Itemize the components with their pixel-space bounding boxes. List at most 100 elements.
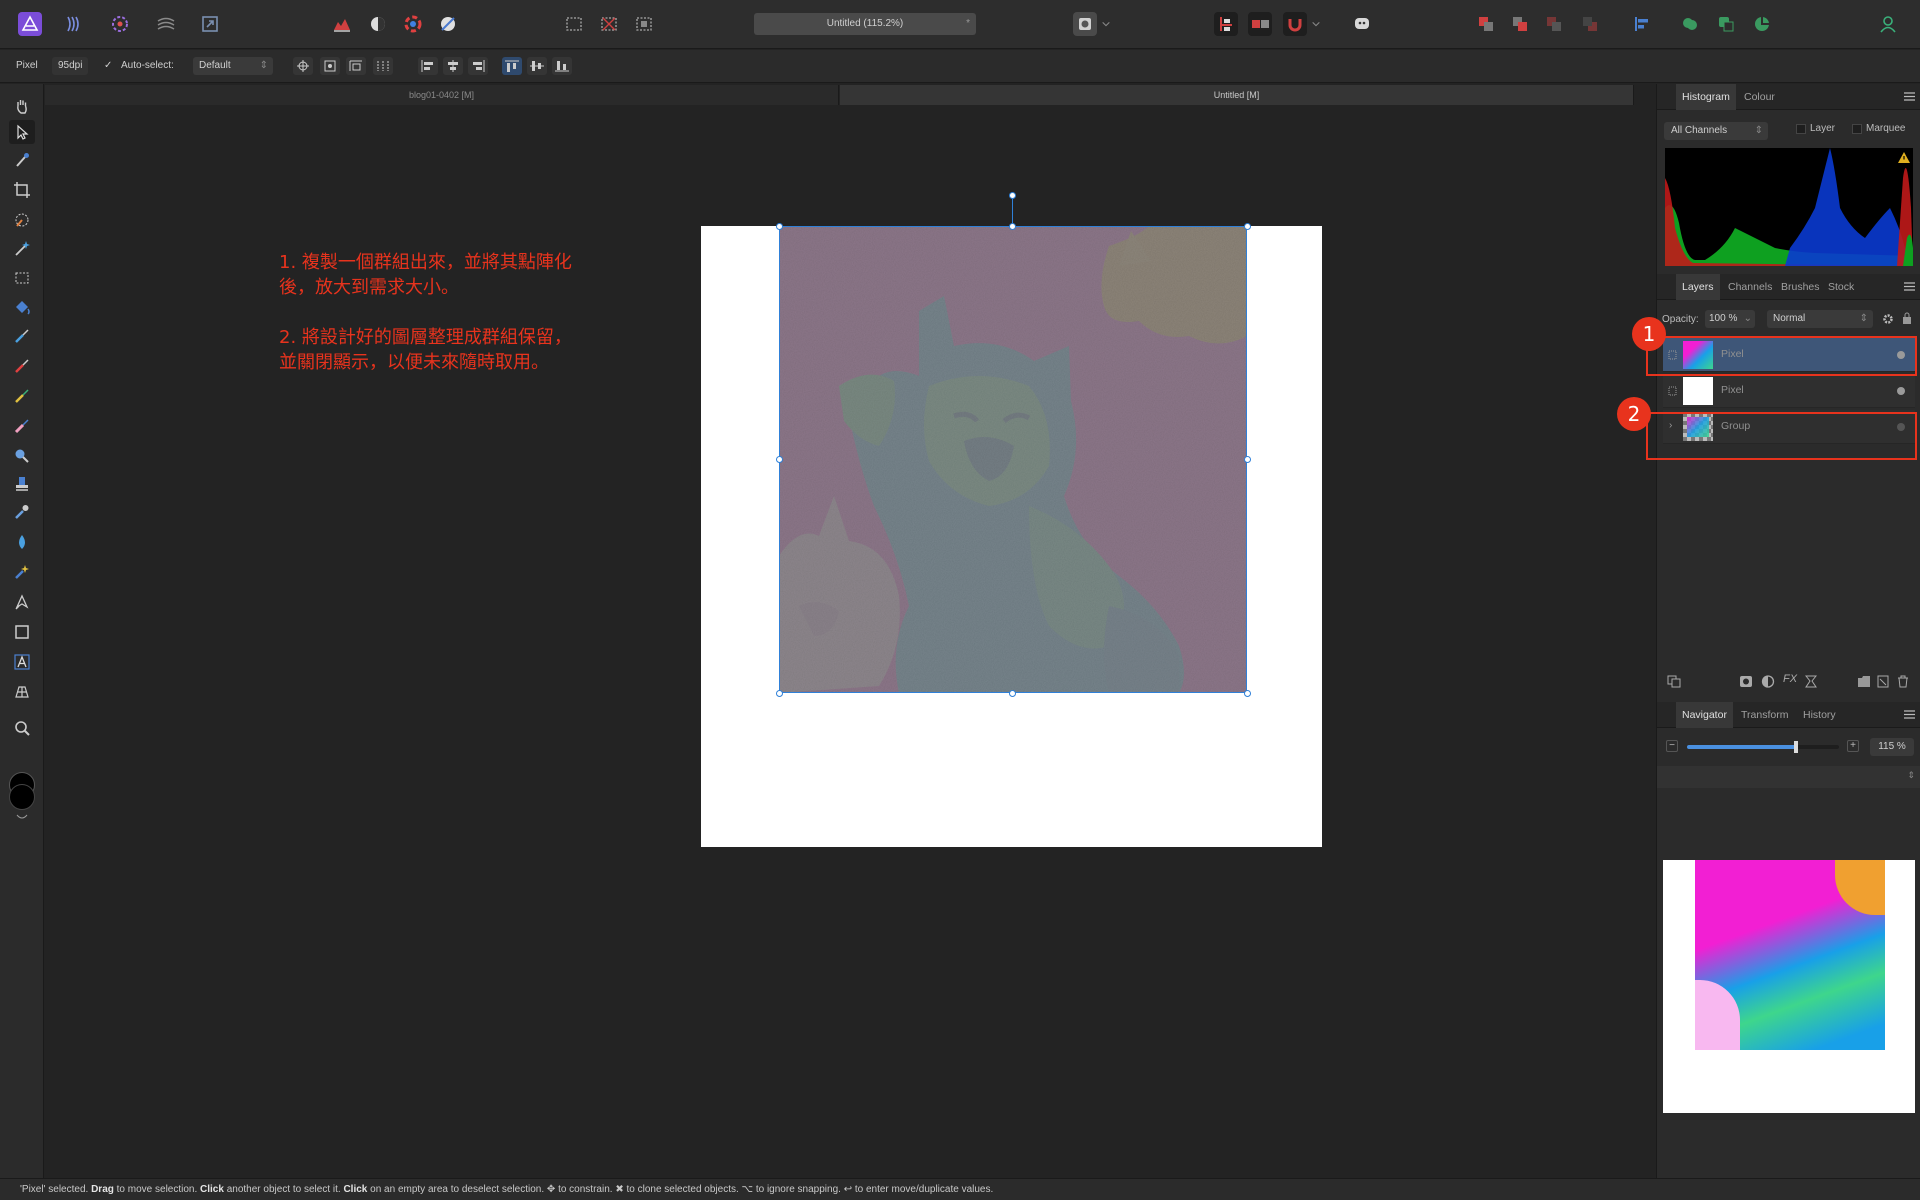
show-selection-box-icon[interactable]	[320, 57, 340, 75]
tab-brushes[interactable]: Brushes	[1775, 274, 1826, 300]
resize-handle-top-right[interactable]	[1244, 223, 1251, 230]
live-filter-icon[interactable]	[1805, 675, 1817, 688]
view-preset-select[interactable]: ⇕	[1657, 766, 1920, 788]
distribute-icon[interactable]	[373, 57, 393, 75]
paint-brush-tool-icon[interactable]	[9, 324, 35, 348]
align-right-icon[interactable]	[468, 57, 488, 75]
adjustment-layer-icon[interactable]	[1761, 675, 1775, 688]
tab-layers[interactable]: Layers	[1676, 274, 1720, 300]
layer-settings-gear-icon[interactable]	[1882, 313, 1894, 325]
transform-origin-icon[interactable]	[293, 57, 313, 75]
navigator-preview[interactable]	[1663, 860, 1915, 1113]
resize-handle-bottom-right[interactable]	[1244, 690, 1251, 697]
channel-select[interactable]: All Channels ⇕	[1664, 122, 1768, 140]
colour-replacement-tool-icon[interactable]	[9, 384, 35, 408]
liquify-persona-icon[interactable]	[62, 12, 86, 36]
zoom-out-icon[interactable]: −	[1666, 740, 1678, 752]
tab-history[interactable]: History	[1797, 702, 1842, 728]
auto-contrast-icon[interactable]	[366, 12, 390, 36]
zoom-slider-thumb[interactable]	[1794, 741, 1799, 753]
flood-select-tool-icon[interactable]	[9, 236, 35, 260]
panel-menu-icon[interactable]	[1904, 710, 1915, 719]
rectangle-tool-icon[interactable]	[9, 620, 35, 644]
resize-handle-right[interactable]	[1244, 456, 1251, 463]
geometry-subtract-icon[interactable]	[1714, 12, 1738, 36]
account-icon[interactable]	[1876, 12, 1900, 36]
develop-persona-icon[interactable]	[108, 12, 132, 36]
geometry-intersect-icon[interactable]	[1750, 12, 1774, 36]
auto-white-balance-icon[interactable]	[436, 12, 460, 36]
chevron-down-icon[interactable]	[1310, 12, 1322, 36]
resize-handle-top-left[interactable]	[776, 223, 783, 230]
magnet-snapping-icon[interactable]	[1283, 12, 1307, 36]
zoom-in-icon[interactable]: +	[1847, 740, 1859, 752]
zoom-tool-icon[interactable]	[9, 716, 35, 740]
marquee-checkbox[interactable]	[1852, 124, 1862, 134]
move-forward-icon[interactable]	[1508, 12, 1532, 36]
pen-tool-icon[interactable]	[9, 590, 35, 614]
marquee-select-icon[interactable]	[562, 12, 586, 36]
foreground-colour-swatch[interactable]	[9, 784, 35, 810]
dodge-tool-icon[interactable]	[9, 444, 35, 468]
panel-menu-icon[interactable]	[1904, 92, 1915, 101]
move-tool-icon[interactable]	[9, 120, 35, 144]
selection-bounding-box[interactable]	[779, 226, 1247, 693]
blur-brush-tool-icon[interactable]	[9, 500, 35, 524]
tab-transform[interactable]: Transform	[1735, 702, 1794, 728]
inpainting-brush-tool-icon[interactable]	[9, 560, 35, 584]
tab-stock[interactable]: Stock	[1822, 274, 1860, 300]
selection-brush-tool-icon[interactable]	[9, 208, 35, 232]
tab-blog01-0402[interactable]: blog01-0402 [M]	[45, 85, 839, 105]
hand-tool-icon[interactable]	[9, 94, 35, 118]
tab-histogram[interactable]: Histogram	[1676, 84, 1736, 110]
move-to-front-icon[interactable]	[1474, 12, 1498, 36]
add-pixel-layer-icon[interactable]	[1877, 675, 1889, 688]
auto-select-checkbox[interactable]: ✓	[104, 60, 112, 71]
chevron-down-icon[interactable]	[1100, 12, 1112, 36]
mask-layer-icon[interactable]	[1739, 675, 1753, 688]
tone-mapping-persona-icon[interactable]	[154, 12, 178, 36]
text-tool-icon[interactable]	[9, 650, 35, 674]
rotation-handle[interactable]	[1009, 192, 1016, 199]
resize-handle-bottom-left[interactable]	[776, 690, 783, 697]
align-center-icon[interactable]	[443, 57, 463, 75]
resize-handle-left[interactable]	[776, 456, 783, 463]
add-group-folder-icon[interactable]	[1857, 675, 1871, 688]
assistant-icon[interactable]	[1350, 12, 1374, 36]
export-persona-icon[interactable]	[198, 12, 222, 36]
layer-lock-toggle-icon[interactable]	[1668, 386, 1677, 396]
align-top-icon[interactable]	[502, 57, 522, 75]
flood-fill-tool-icon[interactable]	[9, 296, 35, 320]
deselect-icon[interactable]	[597, 12, 621, 36]
tab-channels[interactable]: Channels	[1722, 274, 1778, 300]
resize-handle-top[interactable]	[1009, 223, 1016, 230]
marquee-tool-icon[interactable]	[9, 266, 35, 290]
zoom-slider[interactable]	[1687, 741, 1839, 753]
blend-mode-select[interactable]: Normal ⇕	[1767, 310, 1873, 328]
invert-selection-icon[interactable]	[632, 12, 656, 36]
quick-mask-icon[interactable]	[1073, 12, 1097, 36]
geometry-add-icon[interactable]	[1678, 12, 1702, 36]
tab-navigator[interactable]: Navigator	[1676, 702, 1733, 728]
mesh-warp-tool-icon[interactable]	[9, 680, 35, 704]
fx-icon[interactable]: FX	[1783, 673, 1797, 685]
auto-select-dropdown[interactable]: Default ⇕	[193, 57, 273, 75]
move-to-back-icon[interactable]	[1578, 12, 1602, 36]
move-back-icon[interactable]	[1542, 12, 1566, 36]
smudge-tool-icon[interactable]	[9, 530, 35, 554]
delete-layer-trash-icon[interactable]	[1897, 675, 1909, 688]
layer-checkbox[interactable]	[1796, 124, 1806, 134]
zoom-value-field[interactable]: 115 %	[1870, 738, 1914, 756]
alignment-icon[interactable]	[1630, 12, 1654, 36]
visibility-toggle[interactable]	[1897, 387, 1905, 395]
erase-brush-tool-icon[interactable]	[9, 414, 35, 438]
swap-colours-icon[interactable]	[15, 812, 29, 820]
tab-colour[interactable]: Colour	[1738, 84, 1781, 110]
pixel-brush-tool-icon[interactable]	[9, 354, 35, 378]
opacity-field[interactable]: 100 % ⌄	[1705, 310, 1755, 328]
levels-icon[interactable]	[330, 12, 354, 36]
resize-handle-bottom[interactable]	[1009, 690, 1016, 697]
color-picker-tool-icon[interactable]	[9, 148, 35, 172]
lock-icon[interactable]	[1902, 312, 1912, 324]
auto-colour-icon[interactable]	[401, 12, 425, 36]
